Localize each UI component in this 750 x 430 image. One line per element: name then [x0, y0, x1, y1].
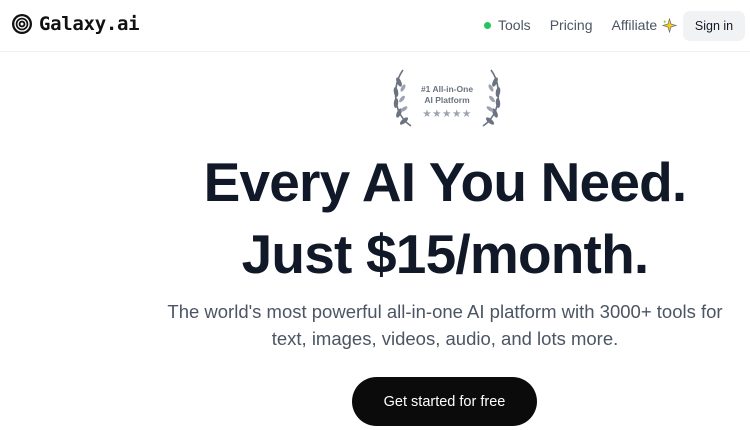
rating-stars-icon: ★★★★★: [422, 108, 472, 120]
sign-in-button[interactable]: Sign in: [683, 11, 745, 41]
laurel-right-icon: [482, 69, 501, 127]
badge-title: #1 All-in-One: [420, 84, 474, 94]
status-dot-icon: [484, 21, 491, 29]
award-badge: #1 All-in-One AI Platform ★★★★★: [391, 68, 503, 130]
get-started-button[interactable]: Get started for free: [352, 377, 537, 426]
hero-headline-line2: Just $15/month.: [241, 223, 650, 285]
top-navigation-bar: Galaxy.ai Tools Pricing Affiliate Sign i…: [0, 0, 750, 52]
laurel-left-icon: [393, 69, 412, 127]
nav-tools-label: Tools: [498, 17, 531, 33]
nav-affiliate-link[interactable]: Affiliate: [611, 17, 678, 33]
nav-pricing-link[interactable]: Pricing: [550, 17, 593, 33]
hero-subtitle-line2: text, images, videos, audio, and lots mo…: [271, 328, 619, 349]
main-nav: Tools Pricing Affiliate: [484, 17, 678, 33]
badge-subtitle: AI Platform: [424, 95, 470, 105]
hero-subtitle-line1: The world's most powerful all-in-one AI …: [167, 301, 723, 322]
nav-tools-link[interactable]: Tools: [484, 17, 531, 33]
nav-affiliate-label: Affiliate: [611, 17, 658, 33]
brand-name: Galaxy.ai: [39, 13, 140, 35]
galaxy-ring-icon: [12, 14, 32, 34]
nav-pricing-label: Pricing: [549, 17, 593, 33]
brand-logo[interactable]: Galaxy.ai: [11, 13, 140, 35]
hero-headline-line1: Every AI You Need.: [203, 151, 688, 213]
sparkle-icon: [662, 17, 678, 33]
